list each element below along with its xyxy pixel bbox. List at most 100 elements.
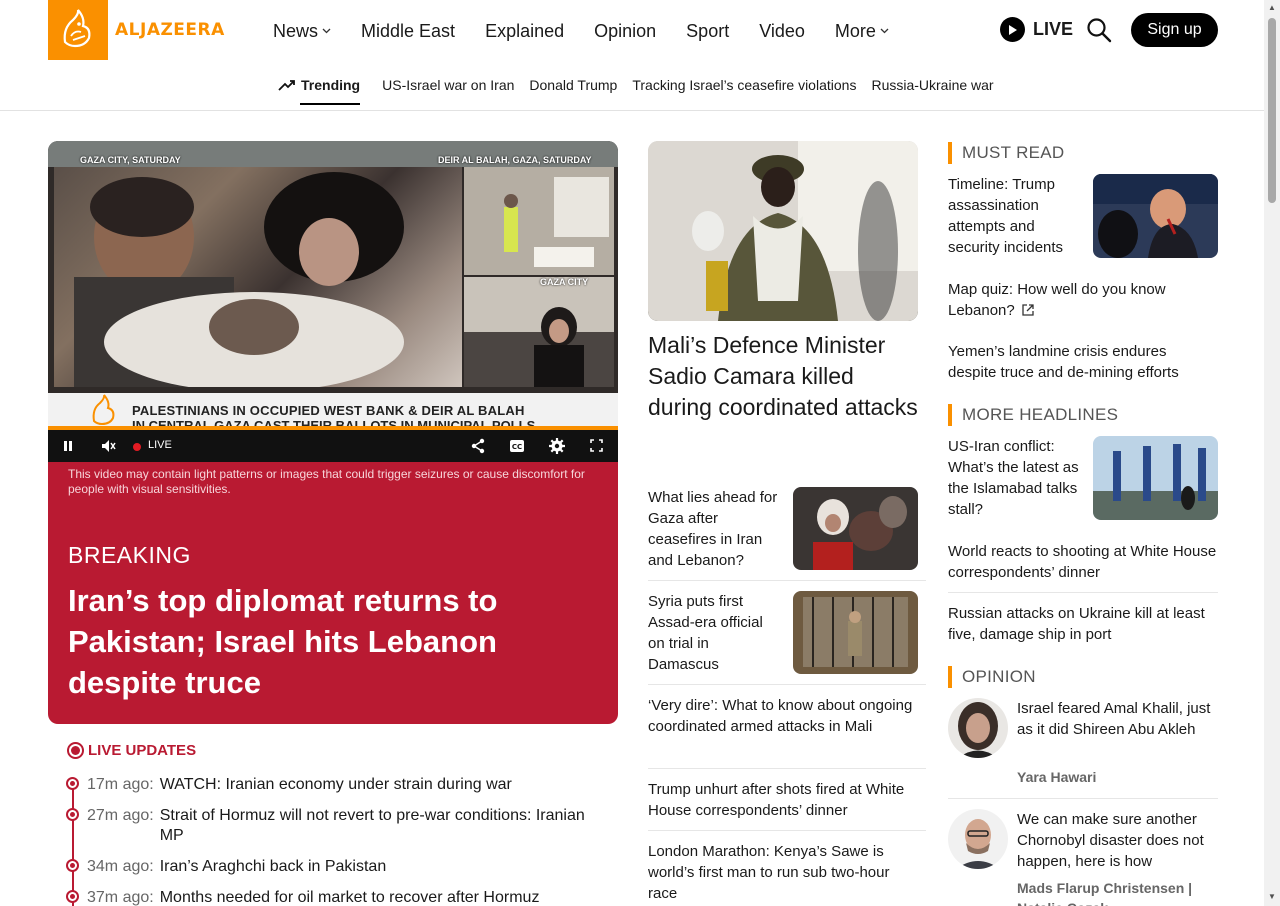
trending-link[interactable]: US-Israel war on Iran — [382, 77, 514, 93]
nav-label: Opinion — [594, 20, 657, 41]
opinion-author[interactable]: Mads Flarup Christensen | Natalie Cozak — [1017, 878, 1217, 906]
story-divider — [648, 830, 926, 831]
story-headline[interactable]: London Marathon: Kenya’s Sawe is world’s… — [648, 841, 920, 904]
closed-captions-icon[interactable]: CC — [509, 439, 525, 453]
live-indicator-dot — [133, 443, 141, 451]
video-scene-image — [74, 172, 404, 392]
section-accent-bar — [948, 142, 952, 164]
timeline-dot-icon — [66, 859, 79, 872]
live-update-text: WATCH: Iranian economy under strain duri… — [159, 776, 512, 793]
video-location-caption: DEIR AL BALAH, GAZA, SATURDAY — [438, 155, 592, 165]
story-photo — [793, 487, 918, 570]
live-update-time: 34m ago: — [87, 858, 154, 875]
lead-story-headline[interactable]: Mali’s Defence Minister Sadio Camara kil… — [648, 330, 918, 423]
fullscreen-icon[interactable] — [590, 439, 603, 452]
nav-item-video[interactable]: Video — [759, 19, 805, 43]
must-read-thumbnail[interactable] — [1093, 174, 1218, 258]
pause-icon[interactable] — [62, 440, 74, 452]
chevron-down-icon — [322, 28, 331, 34]
must-read-headline[interactable]: Yemen’s landmine crisis endures despite … — [948, 341, 1218, 383]
section-title: MORE HEADLINES — [962, 405, 1119, 424]
story-photo — [1093, 174, 1218, 258]
trending-up-icon — [278, 80, 295, 91]
opinion-author[interactable]: Yara Hawari — [1017, 769, 1096, 785]
nav-item-opinion[interactable]: Opinion — [594, 19, 656, 43]
opinion-heading: OPINION — [948, 666, 1036, 688]
must-read-headline[interactable]: Timeline: Trump assassination attempts a… — [948, 174, 1083, 258]
live-button[interactable]: LIVE — [1000, 17, 1073, 42]
chevron-down-icon — [880, 28, 889, 34]
live-label: LIVE — [1033, 19, 1074, 39]
main-nav: News Middle East Explained Opinion Sport… — [273, 19, 919, 43]
live-updates-label: LIVE UPDATES — [88, 742, 197, 759]
trending-tab[interactable]: Trending — [278, 77, 361, 105]
video-frame-inset-top — [464, 167, 614, 275]
lead-story-image[interactable] — [648, 141, 918, 321]
live-pulse-icon — [67, 742, 84, 759]
logo-wordmark[interactable]: ALJAZEERA — [115, 20, 225, 40]
headline-item[interactable]: US-Iran conflict: What’s the latest as t… — [948, 436, 1083, 520]
live-update-item[interactable]: 27m ago: Strait of Hormuz will not rever… — [66, 806, 606, 846]
nav-item-middle-east[interactable]: Middle East — [361, 19, 455, 43]
video-frame-main — [54, 167, 462, 392]
opinion-headline[interactable]: We can make sure another Chornobyl disas… — [1017, 809, 1222, 872]
story-photo — [793, 591, 918, 674]
headline-item[interactable]: World reacts to shooting at White House … — [948, 541, 1218, 583]
nav-item-news[interactable]: News — [273, 19, 331, 43]
al-jazeera-logo-mark[interactable] — [48, 0, 108, 60]
story-thumbnail[interactable] — [793, 487, 918, 570]
scrollbar-thumb[interactable] — [1268, 18, 1276, 203]
site-header: ALJAZEERA News Middle East Explained Opi… — [0, 0, 1264, 111]
timeline-dot-icon — [66, 890, 79, 903]
trending-link[interactable]: Russia-Ukraine war — [871, 77, 993, 93]
nav-label: Video — [759, 20, 805, 41]
scroll-down-arrow-icon[interactable]: ▼ — [1267, 892, 1277, 902]
search-icon[interactable] — [1086, 17, 1112, 43]
sign-up-button[interactable]: Sign up — [1131, 13, 1218, 47]
video-live-label: LIVE — [148, 439, 172, 451]
author-photo — [948, 809, 1008, 869]
headline-thumbnail[interactable] — [1093, 436, 1218, 520]
opinion-headline[interactable]: Israel feared Amal Khalil, just as it di… — [1017, 698, 1217, 740]
story-headline[interactable]: What lies ahead for Gaza after ceasefire… — [648, 487, 783, 571]
nav-item-explained[interactable]: Explained — [485, 19, 564, 43]
timeline-dot-icon — [66, 777, 79, 790]
breaking-headline[interactable]: Iran’s top diplomat returns to Pakistan;… — [68, 580, 608, 703]
nav-label: Explained — [485, 20, 565, 41]
story-headline[interactable]: ‘Very dire’: What to know about ongoing … — [648, 695, 920, 737]
timeline-dot-icon — [66, 808, 79, 821]
author-avatar[interactable] — [948, 809, 1008, 869]
live-update-item[interactable]: 17m ago: WATCH: Iranian economy under st… — [66, 775, 606, 795]
nav-label: More — [834, 20, 876, 41]
live-update-item[interactable]: 34m ago: Iran’s Araghchi back in Pakista… — [66, 857, 606, 877]
share-icon[interactable] — [470, 438, 486, 454]
author-avatar[interactable] — [948, 698, 1008, 758]
settings-gear-icon[interactable] — [549, 438, 565, 454]
live-update-item[interactable]: 37m ago: Months needed for oil market to… — [66, 888, 606, 906]
live-update-text: Strait of Hormuz will not revert to pre-… — [159, 807, 585, 844]
headline-item[interactable]: Russian attacks on Ukraine kill at least… — [948, 603, 1218, 645]
story-divider — [648, 580, 926, 581]
story-thumbnail[interactable] — [793, 591, 918, 674]
svg-text:CC: CC — [512, 443, 522, 451]
trending-link[interactable]: Tracking Israel’s ceasefire violations — [632, 77, 856, 93]
story-divider — [648, 768, 926, 769]
live-video-player[interactable]: GAZA CITY, SATURDAY DEIR AL BALAH, GAZA,… — [48, 141, 618, 462]
breaking-news-card[interactable]: This video may contain light patterns or… — [48, 462, 618, 724]
section-title: OPINION — [962, 667, 1036, 686]
video-frame-inset-bottom — [464, 277, 614, 387]
nav-item-more[interactable]: More — [835, 19, 889, 43]
play-icon — [1000, 17, 1025, 42]
video-lower-third-text: PALESTINIANS IN OCCUPIED WEST BANK & DEI… — [132, 403, 525, 418]
story-headline[interactable]: Syria puts first Assad-era official on t… — [648, 591, 783, 675]
live-updates-heading[interactable]: LIVE UPDATES — [67, 742, 196, 759]
muted-speaker-icon[interactable] — [100, 438, 116, 454]
trending-link[interactable]: Donald Trump — [529, 77, 617, 93]
nav-item-sport[interactable]: Sport — [686, 19, 729, 43]
scroll-up-arrow-icon[interactable]: ▲ — [1267, 3, 1277, 13]
video-location-caption: GAZA CITY — [540, 277, 589, 287]
page-scrollbar[interactable]: ▲ ▼ — [1264, 0, 1280, 906]
must-read-headline[interactable]: Map quiz: How well do you know Lebanon? — [948, 279, 1218, 321]
video-inset-image — [464, 167, 614, 275]
story-headline[interactable]: Trump unhurt after shots fired at White … — [648, 779, 920, 821]
